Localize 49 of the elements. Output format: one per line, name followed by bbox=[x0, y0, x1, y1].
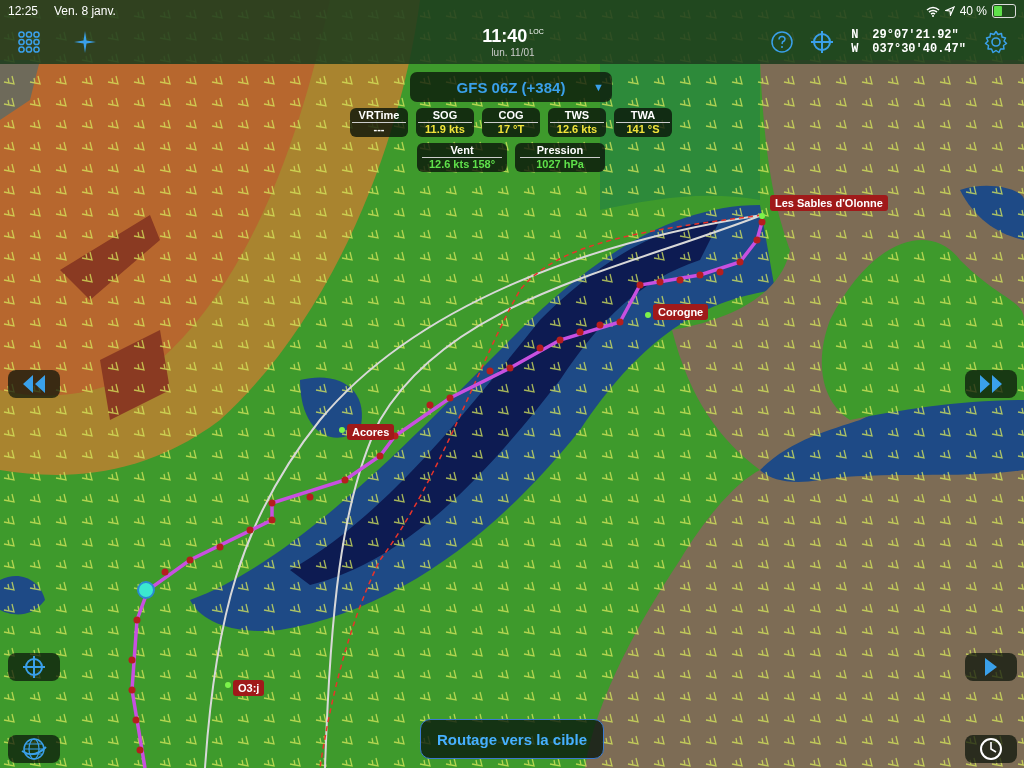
play-icon bbox=[984, 658, 998, 676]
place-label: Les Sables d'Olonne bbox=[770, 195, 888, 211]
grid-menu-icon[interactable] bbox=[18, 31, 40, 53]
battery-percent: 40 % bbox=[959, 4, 987, 18]
instrument-label: VRTime bbox=[351, 109, 407, 123]
globe-icon bbox=[21, 737, 47, 761]
instrument-value: 141 °S bbox=[626, 123, 660, 135]
location-arrow-icon bbox=[944, 6, 955, 16]
coordinate-value: 29°07'21.92" bbox=[872, 28, 959, 42]
rewind-button[interactable] bbox=[8, 370, 60, 398]
weather-model-dropdown[interactable]: GFS 06Z (+384) ▼ bbox=[410, 72, 612, 102]
globe-button[interactable] bbox=[8, 735, 60, 763]
instrument-label: TWS bbox=[549, 109, 605, 123]
hemisphere-label: W bbox=[851, 42, 859, 56]
fast-forward-icon bbox=[979, 375, 1003, 393]
hemisphere-label: N bbox=[851, 28, 859, 42]
instrument-value: 1027 hPa bbox=[536, 158, 584, 170]
crosshair-icon[interactable] bbox=[811, 31, 834, 53]
instrument-value: 17 °T bbox=[497, 123, 525, 135]
help-icon[interactable] bbox=[771, 31, 794, 53]
instrument-value: 12.6 kts 158° bbox=[428, 158, 496, 170]
fast-forward-button[interactable] bbox=[965, 370, 1017, 398]
place-label: Acores bbox=[347, 424, 395, 440]
clock-button[interactable] bbox=[965, 735, 1017, 763]
place-label: O3:j bbox=[233, 680, 265, 696]
clock-icon bbox=[979, 737, 1003, 761]
instrument-label: TWA bbox=[615, 109, 671, 123]
instrument-label: COG bbox=[483, 109, 539, 123]
instrument-value: 11.9 kts bbox=[425, 123, 465, 135]
route-to-target-button[interactable]: Routage vers la cible bbox=[420, 719, 604, 759]
instrument-label: Vent bbox=[422, 144, 502, 158]
play-button[interactable] bbox=[965, 653, 1017, 681]
rewind-icon bbox=[22, 375, 46, 393]
settings-icon[interactable] bbox=[984, 30, 1008, 54]
map-date: lun. 11/01 bbox=[491, 47, 535, 58]
battery-icon bbox=[992, 4, 1016, 18]
instrument-value: --- bbox=[373, 123, 385, 135]
clock-time: 12:25 bbox=[8, 4, 39, 18]
crosshair-icon bbox=[23, 656, 45, 678]
instrument-label: SOG bbox=[417, 109, 473, 123]
instrument-value: 12.6 kts bbox=[556, 123, 598, 135]
map-time: 11:40 bbox=[482, 26, 528, 47]
instrument-label: Pression bbox=[520, 144, 600, 158]
compass-star-icon[interactable] bbox=[74, 31, 96, 53]
locate-button[interactable] bbox=[8, 653, 60, 681]
status-date: Ven. 8 janv. bbox=[54, 4, 116, 18]
coordinate-value: 037°30'40.47" bbox=[872, 42, 966, 56]
wifi-icon bbox=[925, 5, 940, 17]
place-label: Corogne bbox=[653, 304, 709, 320]
